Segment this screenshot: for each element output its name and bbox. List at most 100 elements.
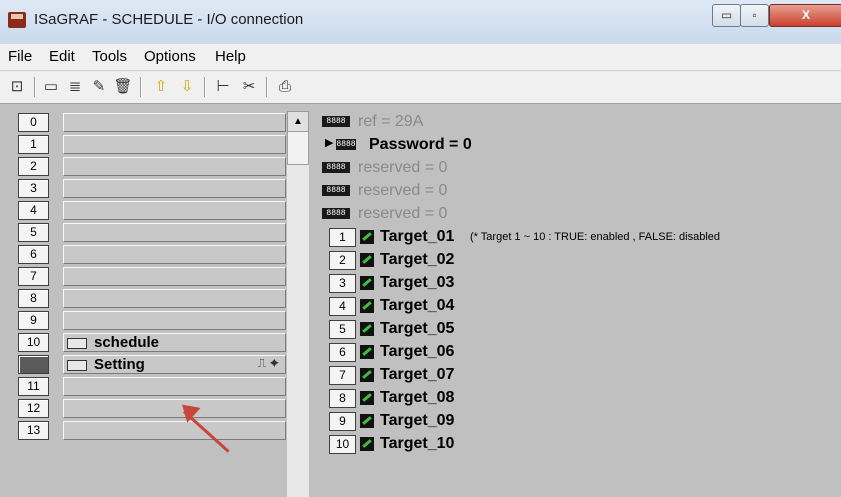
window-controls: ▭ ▫ X: [712, 4, 841, 29]
channel-number: 1: [329, 228, 356, 247]
isagraf-app-icon: [8, 12, 26, 28]
channel-row[interactable]: 8888 reserved = 0: [322, 203, 841, 226]
slot-cell[interactable]: [63, 267, 286, 286]
structure-icon[interactable]: ⊢: [212, 76, 234, 98]
channel-label: Target_05: [380, 320, 455, 337]
slot-number: 2: [18, 157, 49, 176]
menu-tools[interactable]: Tools: [92, 48, 127, 65]
slot-cell[interactable]: [63, 289, 286, 308]
slot-list: 0 1 2 3 4 5 6 7 8 9 10 schedule Setting …: [18, 112, 286, 497]
close-button[interactable]: X: [769, 4, 841, 27]
channel-row[interactable]: 8888 reserved = 0: [322, 180, 841, 203]
print-icon[interactable]: ⎙: [274, 76, 296, 98]
channel-label: reserved = 0: [358, 182, 448, 199]
slot-number: 6: [18, 245, 49, 264]
slot-row[interactable]: 9: [18, 310, 286, 332]
config-icon[interactable]: ≣: [64, 76, 86, 98]
slot-cell[interactable]: [63, 377, 286, 396]
boolean-channel-row[interactable]: 2 Target_02: [322, 249, 841, 272]
boolean-channel-row[interactable]: 5 Target_05: [322, 318, 841, 341]
channel-row[interactable]: 8888 ref = 29A: [322, 111, 841, 134]
slot-cell[interactable]: [63, 113, 286, 132]
connect-icon[interactable]: ▭: [40, 76, 62, 98]
slot-row-schedule[interactable]: 10 schedule: [18, 332, 286, 354]
slot-row[interactable]: 6: [18, 244, 286, 266]
channel-number: 7: [329, 366, 356, 385]
channel-number: 5: [329, 320, 356, 339]
module-icon: [67, 360, 87, 371]
channel-number: 8: [329, 389, 356, 408]
slot-row[interactable]: 7: [18, 266, 286, 288]
menu-options[interactable]: Options: [144, 48, 196, 65]
slot-row[interactable]: 11: [18, 376, 286, 398]
channel-number: 10: [329, 435, 356, 454]
boolean-channel-row[interactable]: 7 Target_07: [322, 364, 841, 387]
slot-row[interactable]: 2: [18, 156, 286, 178]
slot-row[interactable]: 3: [18, 178, 286, 200]
parameter-icon[interactable]: ✎: [88, 76, 110, 98]
selected-marker-icon: ▶: [325, 137, 334, 149]
boolean-channel-row[interactable]: 1 Target_01 (* Target 1 ~ 10 : TRUE: ena…: [322, 226, 841, 249]
menu-bar: File Edit Tools Options Help: [0, 44, 841, 71]
channel-label: Password = 0: [369, 136, 472, 153]
slot-cell[interactable]: [63, 223, 286, 242]
delete-icon[interactable]: 🗑: [112, 76, 134, 98]
window-title: ISaGRAF - SCHEDULE - I/O connection: [34, 11, 304, 28]
slot-row[interactable]: 4: [18, 200, 286, 222]
slot-cell[interactable]: Setting ⎍ ✦: [63, 355, 286, 374]
slot-cell[interactable]: [63, 421, 286, 440]
move-up-icon[interactable]: ⇧: [150, 76, 172, 98]
boolean-channel-row[interactable]: 3 Target_03: [322, 272, 841, 295]
scroll-up-icon[interactable]: ▲: [287, 111, 309, 132]
slot-row[interactable]: 13: [18, 420, 286, 442]
slot-cell[interactable]: [63, 135, 286, 154]
scroll-thumb[interactable]: [287, 131, 309, 165]
channel-label: Target_04: [380, 297, 455, 314]
minimize-button[interactable]: ▭: [712, 4, 741, 27]
menu-edit[interactable]: Edit: [49, 48, 75, 65]
vertical-scrollbar[interactable]: ▲: [287, 111, 309, 497]
slot-cell[interactable]: [63, 245, 286, 264]
isagraf-window: ISaGRAF - SCHEDULE - I/O connection ▭ ▫ …: [0, 0, 841, 497]
slot-cell[interactable]: [63, 201, 286, 220]
channel-row[interactable]: 8888 reserved = 0: [322, 157, 841, 180]
slot-number: 10: [18, 333, 49, 352]
boolean-channel-row[interactable]: 9 Target_09: [322, 410, 841, 433]
title-bar: ISaGRAF - SCHEDULE - I/O connection ▭ ▫ …: [0, 0, 841, 44]
slot-number: 12: [18, 399, 49, 418]
slot-row-setting[interactable]: Setting ⎍ ✦: [18, 354, 286, 376]
slot-label: schedule: [94, 334, 160, 351]
integer-channel-icon: 8888: [322, 116, 350, 127]
move-down-icon[interactable]: ⇩: [176, 76, 198, 98]
slot-cell[interactable]: schedule: [63, 333, 286, 352]
boolean-channel-icon: [360, 253, 374, 267]
slot-number: 3: [18, 179, 49, 198]
boolean-channel-row[interactable]: 6 Target_06: [322, 341, 841, 364]
slot-cell[interactable]: [63, 157, 286, 176]
slot-number: 9: [18, 311, 49, 330]
slot-row[interactable]: 8: [18, 288, 286, 310]
boolean-channel-icon: [360, 414, 374, 428]
slot-cell[interactable]: [63, 399, 286, 418]
slot-row[interactable]: 12: [18, 398, 286, 420]
slot-number: 13: [18, 421, 49, 440]
slot-cell[interactable]: [63, 311, 286, 330]
toolbar-separator: [204, 77, 206, 97]
boolean-channel-row[interactable]: 10 Target_10: [322, 433, 841, 456]
maximize-button[interactable]: ▫: [740, 4, 769, 27]
menu-file[interactable]: File: [8, 48, 32, 65]
slot-row[interactable]: 1: [18, 134, 286, 156]
slot-number: 11: [18, 377, 49, 396]
slot-cell[interactable]: [63, 179, 286, 198]
menu-help[interactable]: Help: [215, 48, 246, 65]
boolean-channel-row[interactable]: 4 Target_04: [322, 295, 841, 318]
boolean-channel-row[interactable]: 8 Target_08: [322, 387, 841, 410]
slot-row[interactable]: 0: [18, 112, 286, 134]
toolbar-separator: [34, 77, 36, 97]
channel-row-selected[interactable]: ▶ 8888 Password = 0: [322, 134, 841, 157]
channel-label: Target_02: [380, 251, 455, 268]
board-icon[interactable]: ⊡: [6, 76, 28, 98]
slot-row[interactable]: 5: [18, 222, 286, 244]
cut-icon[interactable]: ✂: [238, 76, 260, 98]
slot-number: 5: [18, 223, 49, 242]
